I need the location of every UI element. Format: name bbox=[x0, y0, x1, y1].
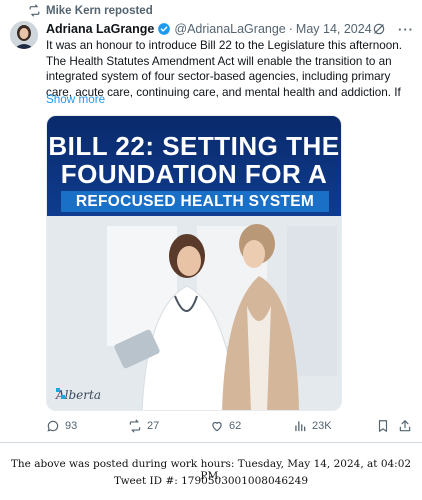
repost-count: 27 bbox=[147, 420, 160, 432]
repost-icon bbox=[29, 4, 40, 17]
share-icon bbox=[399, 420, 411, 432]
reply-icon bbox=[47, 420, 59, 432]
alberta-logo: Alberta bbox=[55, 388, 101, 402]
like-icon bbox=[212, 421, 222, 432]
reply-count: 93 bbox=[65, 420, 78, 432]
media-headline-line2: FOUNDATION FOR A bbox=[60, 159, 328, 189]
reply-button[interactable]: 93 bbox=[46, 419, 77, 433]
alberta-logo-text: Alberta bbox=[56, 388, 101, 402]
tweet-media-image[interactable]: BILL 22: SETTING THE FOUNDATION FOR A RE… bbox=[46, 115, 342, 411]
grok-icon[interactable] bbox=[372, 22, 386, 36]
media-subheadline: REFOCUSED HEALTH SYSTEM bbox=[61, 191, 329, 212]
show-more-link[interactable]: Show more bbox=[46, 93, 105, 106]
author-handle[interactable]: @AdrianaLaGrange bbox=[174, 22, 285, 36]
like-button[interactable]: 62 bbox=[210, 419, 241, 433]
bookmark-icon bbox=[378, 420, 388, 432]
separator-dot: · bbox=[288, 22, 293, 36]
tweet-header: Adriana LaGrange @AdrianaLaGrange · May … bbox=[46, 20, 414, 38]
like-count: 62 bbox=[229, 420, 242, 432]
media-headline-line1: BILL 22: SETTING THE bbox=[48, 131, 340, 161]
views-button[interactable]: 23K bbox=[293, 419, 332, 433]
retweet-icon bbox=[129, 419, 141, 433]
repost-text: Mike Kern reposted bbox=[46, 4, 153, 17]
views-icon bbox=[295, 421, 306, 432]
avatar[interactable] bbox=[10, 21, 38, 49]
bookmark-button[interactable] bbox=[376, 419, 390, 433]
repost-button[interactable]: 27 bbox=[128, 419, 159, 433]
divider bbox=[0, 442, 422, 443]
action-bar: 93 27 62 23K bbox=[46, 419, 412, 437]
author-name[interactable]: Adriana LaGrange bbox=[46, 22, 154, 36]
media-photo bbox=[47, 216, 341, 410]
repost-indicator[interactable]: Mike Kern reposted bbox=[28, 4, 153, 17]
tweet-id: Tweet ID #: 1790503001008046249 bbox=[113, 475, 309, 487]
more-icon[interactable]: ··· bbox=[398, 22, 414, 37]
share-button[interactable] bbox=[398, 419, 412, 433]
views-count: 23K bbox=[312, 420, 332, 432]
verified-badge-icon bbox=[158, 23, 171, 35]
tweet-body: It was an honour to introduce Bill 22 to… bbox=[46, 39, 403, 99]
post-date[interactable]: May 14, 2024 bbox=[296, 22, 372, 36]
